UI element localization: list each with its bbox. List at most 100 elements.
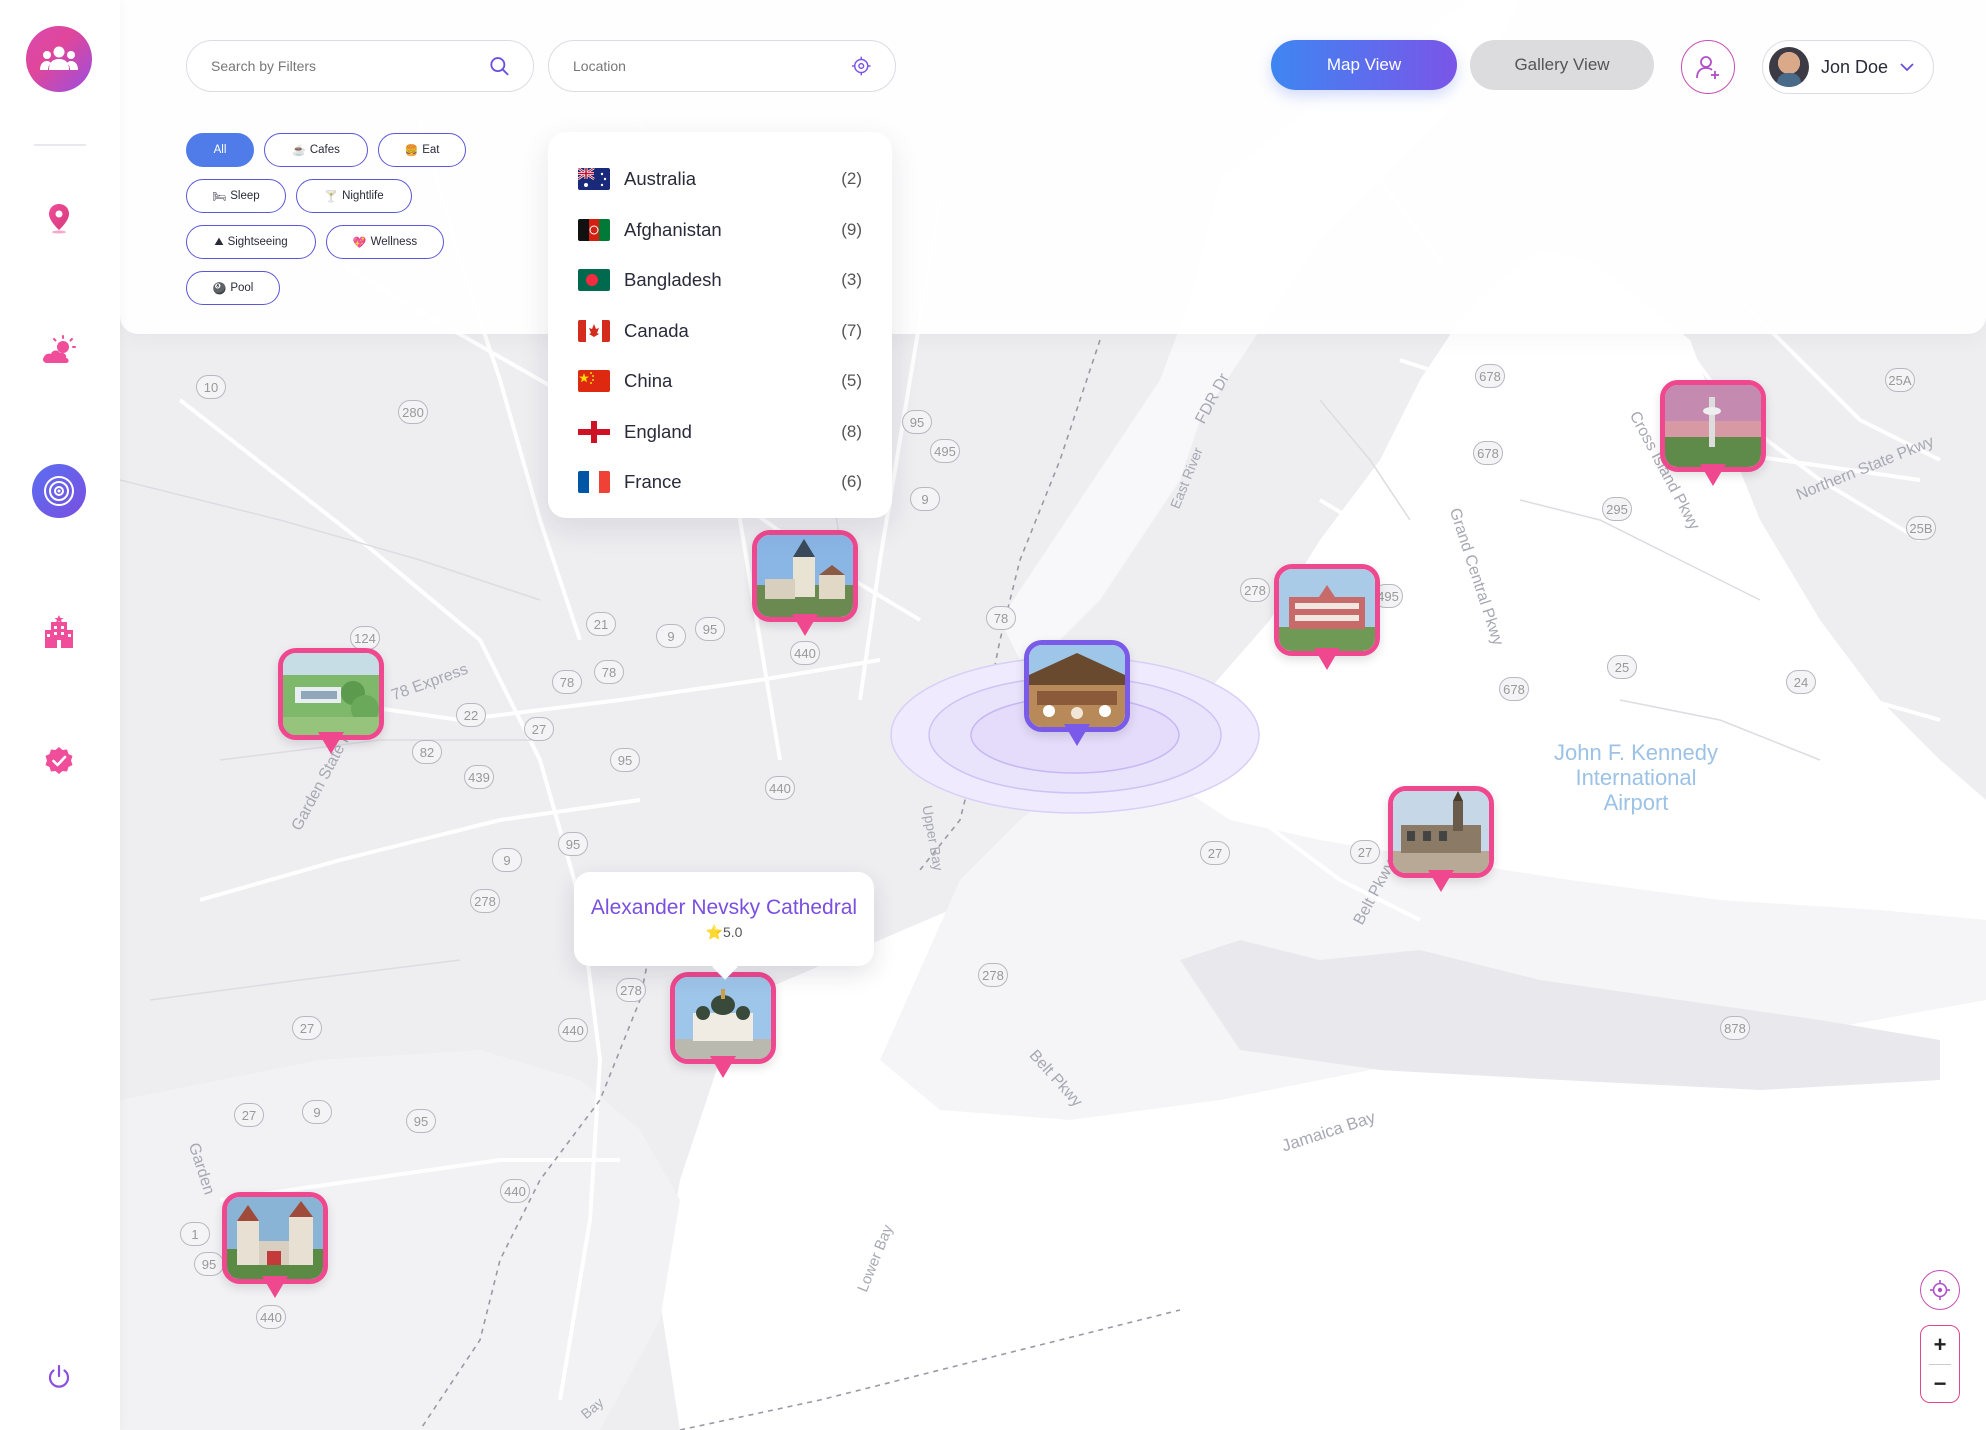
country-name: Afghanistan	[624, 218, 722, 240]
place-marker-town-hall[interactable]	[1388, 786, 1494, 898]
chip-all[interactable]: All	[186, 133, 254, 167]
sidebar-item-weather[interactable]	[30, 322, 88, 380]
china-flag-icon	[578, 370, 610, 393]
country-option-china[interactable]: China (5)	[548, 356, 892, 407]
country-name: China	[624, 370, 673, 392]
user-name: Jon Doe	[1821, 56, 1889, 77]
highway-shield: 440	[765, 776, 795, 800]
highway-shield: 9	[492, 848, 522, 872]
gallery-view-button[interactable]: Gallery View	[1470, 40, 1654, 90]
place-tooltip-title: Alexander Nevsky Cathedral	[590, 896, 858, 919]
highway-shield: 1	[180, 1222, 210, 1246]
chip-sightseeing[interactable]: ⛰ Sightseeing	[186, 225, 316, 259]
user-menu[interactable]: Jon Doe	[1762, 40, 1934, 94]
zoom-out-button[interactable]: −	[1921, 1365, 1959, 1403]
place-tooltip[interactable]: Alexander Nevsky Cathedral ⭐5.0	[574, 872, 874, 966]
location-box[interactable]	[548, 40, 896, 92]
highway-shield: 25	[1607, 655, 1637, 679]
place-tooltip-rating: ⭐5.0	[705, 924, 743, 940]
highway-shield: 95	[406, 1109, 436, 1133]
sidebar-item-verified[interactable]	[30, 732, 88, 790]
chip-eat[interactable]: 🍔 Eat	[378, 133, 466, 167]
map-pin-icon	[49, 204, 69, 234]
country-option-france[interactable]: France (6)	[548, 457, 892, 508]
chip-pool[interactable]: 🎱 Pool	[186, 271, 280, 305]
chevron-down-icon	[1900, 63, 1914, 72]
country-option-england[interactable]: England (8)	[548, 407, 892, 458]
country-count: (3)	[841, 270, 862, 290]
search-filters-box[interactable]	[186, 40, 534, 92]
highway-shield: 278	[470, 889, 500, 913]
country-name: Canada	[624, 319, 689, 341]
place-marker-tv-tower[interactable]	[1660, 380, 1766, 492]
crosshair-icon[interactable]	[851, 55, 871, 77]
sidebar-divider	[34, 144, 86, 146]
sidebar-item-radar[interactable]	[32, 464, 86, 518]
bed-icon: 🛏	[212, 190, 227, 203]
locate-me-button[interactable]	[1920, 1270, 1960, 1310]
country-option-canada[interactable]: Canada (7)	[548, 306, 892, 357]
sidebar-item-hotels[interactable]	[30, 602, 88, 660]
highway-shield: 678	[1473, 441, 1503, 465]
map-view-button[interactable]: Map View	[1271, 40, 1457, 90]
country-count: (8)	[841, 421, 862, 441]
highway-shield: 78	[986, 606, 1016, 630]
chip-label: Wellness	[370, 236, 418, 248]
highway-shield: 9	[302, 1100, 332, 1124]
country-option-afghanistan[interactable]: Afghanistan (9)	[548, 205, 892, 256]
coffee-icon: ☕	[292, 144, 306, 157]
place-marker-cafe-selected[interactable]	[1024, 640, 1130, 752]
highway-shield: 678	[1499, 677, 1529, 701]
zoom-in-button[interactable]: +	[1921, 1326, 1959, 1364]
country-name: France	[624, 471, 682, 493]
highway-shield: 78	[594, 660, 624, 684]
location-input[interactable]	[573, 58, 851, 74]
place-marker-park[interactable]	[278, 648, 384, 760]
country-option-bangladesh[interactable]: Bangladesh (3)	[548, 255, 892, 306]
place-marker-alexander-nevsky[interactable]	[670, 972, 776, 1084]
group-icon	[40, 46, 78, 70]
highway-shield: 440	[256, 1305, 286, 1329]
highway-shield: 95	[902, 410, 932, 434]
highway-shield: 278	[1240, 578, 1270, 602]
logout-button[interactable]	[30, 1348, 88, 1406]
verified-badge-icon	[45, 747, 73, 774]
highway-shield: 440	[558, 1018, 588, 1042]
highway-shield: 9	[910, 487, 940, 511]
country-option-australia[interactable]: Australia (2)	[548, 154, 892, 205]
chip-label: Cafes	[309, 144, 340, 156]
country-count: (9)	[841, 219, 862, 239]
country-name: Australia	[624, 168, 696, 190]
sidebar-item-location[interactable]	[30, 189, 88, 247]
zoom-control: + −	[1920, 1325, 1960, 1403]
highway-shield: 95	[695, 617, 725, 641]
place-marker-church-tower[interactable]	[752, 530, 858, 642]
highway-shield: 78	[552, 670, 582, 694]
highway-shield: 10	[196, 375, 226, 399]
country-count: (7)	[841, 320, 862, 340]
france-flag-icon	[578, 471, 610, 494]
chip-cafes[interactable]: ☕ Cafes	[264, 133, 368, 167]
highway-shield: 295	[1602, 497, 1632, 521]
place-marker-palace[interactable]	[1274, 564, 1380, 676]
chip-nightlife[interactable]: 🍸 Nightlife	[296, 179, 412, 213]
highway-shield: 27	[524, 717, 554, 741]
chip-wellness[interactable]: 💖 Wellness	[326, 225, 444, 259]
bangladesh-flag-icon	[578, 269, 610, 292]
chip-sleep[interactable]: 🛏 Sleep	[186, 179, 286, 213]
search-filters-input[interactable]	[211, 58, 489, 74]
avatar	[1769, 47, 1809, 87]
mountain-icon: ⛰	[214, 235, 224, 248]
highway-shield: 95	[610, 748, 640, 772]
highway-shield: 21	[586, 612, 616, 636]
highway-shield: 27	[1200, 841, 1230, 865]
add-user-button[interactable]	[1681, 40, 1735, 94]
highway-shield: 82	[412, 740, 442, 764]
england-flag-icon	[578, 420, 610, 443]
app-logo[interactable]	[26, 26, 92, 92]
sidebar	[0, 0, 120, 1430]
highway-shield: 25A	[1885, 368, 1915, 392]
place-marker-old-town-gate[interactable]	[222, 1192, 328, 1304]
highway-shield: 495	[930, 439, 960, 463]
search-icon[interactable]	[489, 55, 509, 77]
